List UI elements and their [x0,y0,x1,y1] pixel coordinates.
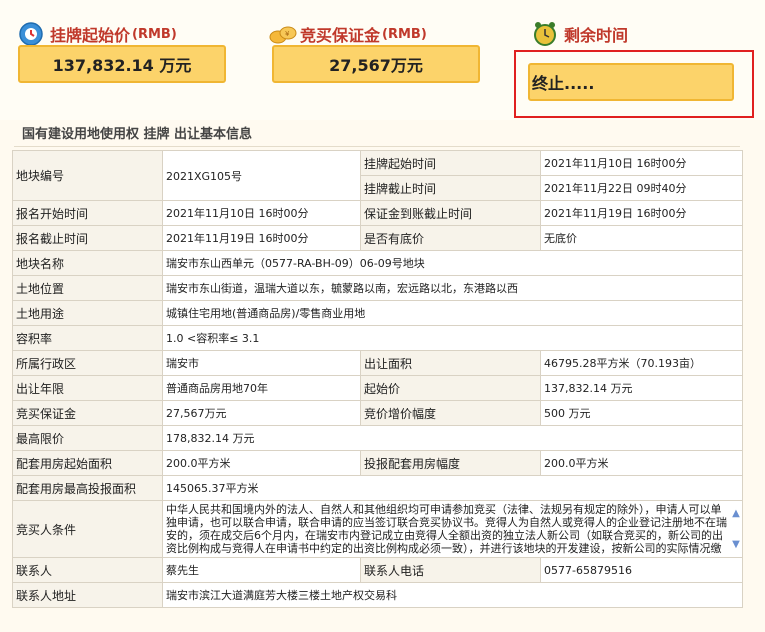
parcel-no-value: 2021XG105号 [162,150,361,201]
reserve-value: 无底价 [540,225,743,251]
max-price-value: 178,832.14 万元 [162,425,743,451]
max-price-key: 最高限价 [12,425,163,451]
remaining-time-label: 剩余时间 [564,26,629,45]
deposit-value: 27,567万元 [272,45,480,83]
table-row: 地块编号 2021XG105号 挂牌起始时间 2021年11月10日 16时00… [12,150,743,201]
table-row: 最高限价 178,832.14 万元 [12,425,743,451]
deposit-label: 竞买保证金 [300,26,381,45]
remaining-time-value: 终止..... [528,63,734,101]
location-value: 瑞安市东山街道，温瑞大道以东，毓蒙路以南，宏远路以北，东港路以西 [162,275,743,301]
table-row: 所属行政区 瑞安市 出让面积 46795.28平方米（70.193亩） [12,350,743,376]
increment-value: 500 万元 [540,400,743,426]
area-value: 46795.28平方米（70.193亩） [540,350,743,376]
price-tag-icon [18,21,44,47]
start-price-unit: (RMB) [132,26,177,42]
list-start-key: 挂牌起始时间 [360,150,541,176]
district-value: 瑞安市 [162,350,361,376]
table-row: 配套用房起始面积 200.0平方米 投报配套用房幅度 200.0平方米 [12,450,743,476]
deposit-deadline-key: 保证金到账截止时间 [360,200,541,226]
use-value: 城镇住宅用地(普通商品房)/零售商业用地 [162,300,743,326]
increment-key: 竞价增价幅度 [360,400,541,426]
reserve-key: 是否有底价 [360,225,541,251]
start-price-cell: 137,832.14 万元 [540,375,743,401]
reg-end-key: 报名截止时间 [12,225,163,251]
name-value: 瑞安市东山西单元（0577-RA-BH-09）06-09号地块 [162,250,743,276]
bid-deposit-value: 27,567万元 [162,400,361,426]
bidder-text: 中华人民共和国境内外的法人、自然人和其他组织均可申请参加竞买（法律、法规另有规定… [166,503,727,555]
use-key: 土地用途 [12,300,163,326]
alarm-clock-icon [532,21,558,47]
bidder-textarea[interactable]: 中华人民共和国境内外的法人、自然人和其他组织均可申请参加竞买（法律、法规另有规定… [164,503,742,555]
housing-base-value: 200.0平方米 [162,450,361,476]
housing-step-key: 投报配套用房幅度 [360,450,541,476]
start-price-label: 挂牌起始价 [50,26,131,45]
section-title: 国有建设用地使用权 挂牌 出让基本信息 [22,127,253,142]
table-row: 土地用途 城镇住宅用地(普通商品房)/零售商业用地 [12,300,743,326]
contact-key: 联系人 [12,557,163,583]
summary-header: 挂牌起始价 (RMB) 137,832.14 万元 ¥ 竞买保证金 (RMB) … [0,0,765,120]
table-row: 联系人 蔡先生 联系人电话 0577-65879516 [12,557,743,583]
table-row: 配套用房最高投报面积 145065.37平方米 [12,475,743,501]
table-row: 联系人地址 瑞安市滨江大道满庭芳大楼三楼土地产权交易科 [12,582,743,608]
reg-end-value: 2021年11月19日 16时00分 [162,225,361,251]
table-row: 地块名称 瑞安市东山西单元（0577-RA-BH-09）06-09号地块 [12,250,743,276]
divider [14,146,740,147]
deposit-unit: (RMB) [382,26,427,42]
address-key: 联系人地址 [12,582,163,608]
housing-base-key: 配套用房起始面积 [12,450,163,476]
term-value: 普通商品房用地70年 [162,375,361,401]
phone-key: 联系人电话 [360,557,541,583]
term-key: 出让年限 [12,375,163,401]
location-key: 土地位置 [12,275,163,301]
deposit-deadline-value: 2021年11月19日 16时00分 [540,200,743,226]
far-key: 容积率 [12,325,163,351]
bidder-key: 竞买人条件 [12,500,163,558]
table-row: 土地位置 瑞安市东山街道，温瑞大道以东，毓蒙路以南，宏远路以北，东港路以西 [12,275,743,301]
table-row: 出让年限 普通商品房用地70年 起始价 137,832.14 万元 [12,375,743,401]
phone-value: 0577-65879516 [540,557,743,583]
list-start-value: 2021年11月10日 16时00分 [540,150,743,176]
parcel-no-key: 地块编号 [12,150,163,201]
table-row: 竞买人条件 中华人民共和国境内外的法人、自然人和其他组织均可申请参加竞买（法律、… [12,500,743,558]
bidder-cell: 中华人民共和国境内外的法人、自然人和其他组织均可申请参加竞买（法律、法规另有规定… [162,500,743,558]
district-key: 所属行政区 [12,350,163,376]
start-price-value: 137,832.14 万元 [18,45,226,83]
list-end-key: 挂牌截止时间 [360,175,541,201]
name-key: 地块名称 [12,250,163,276]
table-row: 报名开始时间 2021年11月10日 16时00分 保证金到账截止时间 2021… [12,200,743,226]
scroll-up-icon[interactable]: ▲ [732,507,740,520]
far-value: 1.0 <容积率≤ 3.1 [162,325,743,351]
housing-max-value: 145065.37平方米 [162,475,743,501]
table-row: 报名截止时间 2021年11月19日 16时00分 是否有底价 无底价 [12,225,743,251]
svg-text:¥: ¥ [285,30,290,38]
reg-start-value: 2021年11月10日 16时00分 [162,200,361,226]
housing-max-key: 配套用房最高投报面积 [12,475,163,501]
remaining-time-block: 剩余时间 [532,18,628,50]
table-row: 竞买保证金 27,567万元 竞价增价幅度 500 万元 [12,400,743,426]
list-end-value: 2021年11月22日 09时40分 [540,175,743,201]
housing-step-value: 200.0平方米 [540,450,743,476]
start-price-key: 起始价 [360,375,541,401]
reg-start-key: 报名开始时间 [12,200,163,226]
land-info-table: 地块编号 2021XG105号 挂牌起始时间 2021年11月10日 16时00… [12,150,743,608]
area-key: 出让面积 [360,350,541,376]
coins-icon: ¥ [268,21,297,47]
scroll-down-icon[interactable]: ▼ [732,538,740,551]
bid-deposit-key: 竞买保证金 [12,400,163,426]
scroll-controls: ▲ ▼ [730,507,742,551]
table-row: 容积率 1.0 <容积率≤ 3.1 [12,325,743,351]
contact-value: 蔡先生 [162,557,361,583]
address-value: 瑞安市滨江大道满庭芳大楼三楼土地产权交易科 [162,582,743,608]
